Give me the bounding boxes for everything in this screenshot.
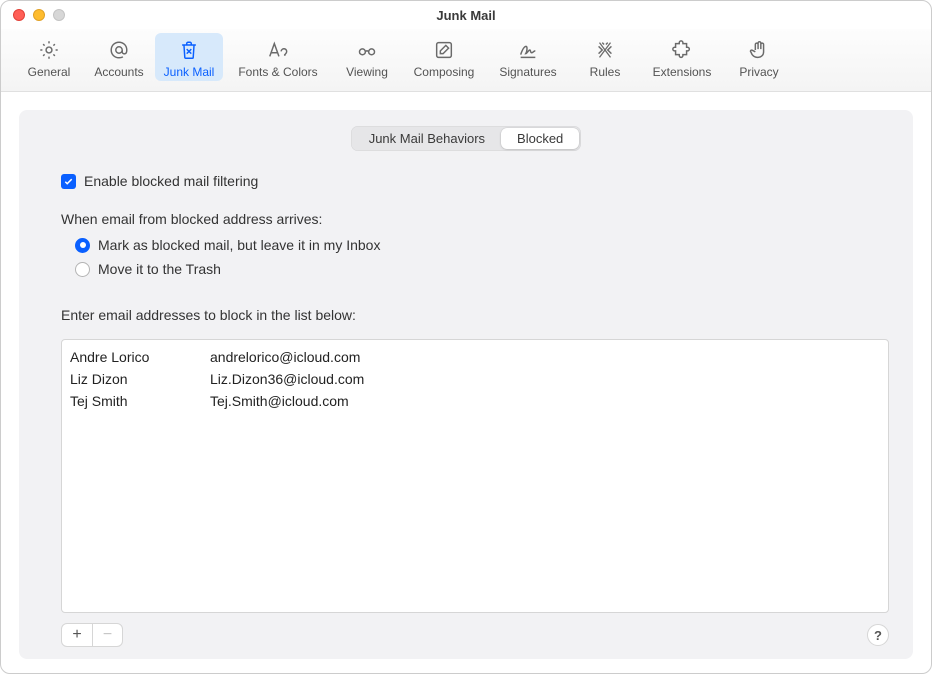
signature-icon [516,37,540,63]
segmented-control: Junk Mail Behaviors Blocked [351,126,582,151]
close-button[interactable] [13,9,25,21]
prefs-toolbar: General Accounts Junk Mail [1,29,931,92]
blocked-name: Andre Lorico [70,346,210,368]
radio-label: Move it to the Trash [98,261,221,277]
blocked-panel: Junk Mail Behaviors Blocked Enable block… [19,110,913,659]
gear-icon [38,37,60,63]
segmented-wrap: Junk Mail Behaviors Blocked [37,126,895,151]
arrives-radio-group: Mark as blocked mail, but leave it in my… [75,237,895,285]
tab-junk-behaviors[interactable]: Junk Mail Behaviors [353,128,501,149]
blocked-email: andrelorico@icloud.com [210,346,360,368]
titlebar: Junk Mail [1,1,931,29]
toolbar-label: Privacy [739,65,778,79]
content-area: Junk Mail Behaviors Blocked Enable block… [1,92,931,673]
puzzle-icon [671,37,693,63]
toolbar-tab-privacy[interactable]: Privacy [725,33,793,81]
toolbar-label: Viewing [346,65,388,79]
at-icon [108,37,130,63]
toolbar-label: Fonts & Colors [238,65,317,79]
rules-icon [594,37,616,63]
toolbar-tab-rules[interactable]: Rules [571,33,639,81]
junk-bin-icon [178,37,200,63]
checkbox-checked-icon [61,174,76,189]
compose-icon [433,37,455,63]
hand-icon [748,37,770,63]
panel-footer: + − ? [61,613,889,647]
add-button[interactable]: + [62,624,92,646]
toolbar-label: Signatures [499,65,556,79]
enable-filtering-label: Enable blocked mail filtering [84,173,258,189]
toolbar-tab-junk-mail[interactable]: Junk Mail [155,33,223,81]
blocked-email: Tej.Smith@icloud.com [210,390,349,412]
toolbar-tab-viewing[interactable]: Viewing [333,33,401,81]
zoom-button [53,9,65,21]
tab-blocked[interactable]: Blocked [501,128,579,149]
toolbar-label: General [28,65,71,79]
traffic-lights [13,9,65,21]
radio-mark-blocked[interactable]: Mark as blocked mail, but leave it in my… [75,237,895,253]
blocked-list-inner: Andre Lorico andrelorico@icloud.com Liz … [62,340,888,418]
glasses-icon [355,37,379,63]
minus-icon: − [103,626,112,644]
blocked-name: Liz Dizon [70,368,210,390]
toolbar-tab-accounts[interactable]: Accounts [85,33,153,81]
fonts-icon [266,37,290,63]
toolbar-label: Extensions [653,65,712,79]
window-title: Junk Mail [1,8,931,23]
preferences-window: Junk Mail General Accounts [0,0,932,674]
toolbar-label: Rules [590,65,621,79]
radio-unchecked-icon [75,262,90,277]
toolbar-tab-extensions[interactable]: Extensions [641,33,723,81]
radio-checked-icon [75,238,90,253]
plus-icon: + [72,626,81,644]
toolbar-label: Junk Mail [164,65,215,79]
blocklist-heading: Enter email addresses to block in the li… [61,307,895,323]
radio-label: Mark as blocked mail, but leave it in my… [98,237,380,253]
remove-button[interactable]: − [92,624,122,646]
blocked-email: Liz.Dizon36@icloud.com [210,368,364,390]
minimize-button[interactable] [33,9,45,21]
toolbar-tab-signatures[interactable]: Signatures [487,33,569,81]
add-remove-group: + − [61,623,123,647]
toolbar-label: Composing [414,65,475,79]
help-icon: ? [874,628,882,643]
blocked-row[interactable]: Tej Smith Tej.Smith@icloud.com [70,390,880,412]
blocked-list[interactable]: Andre Lorico andrelorico@icloud.com Liz … [61,339,889,613]
blocked-row[interactable]: Andre Lorico andrelorico@icloud.com [70,346,880,368]
radio-move-trash[interactable]: Move it to the Trash [75,261,895,277]
help-button[interactable]: ? [867,624,889,646]
toolbar-tab-fonts-colors[interactable]: Fonts & Colors [225,33,331,81]
blocked-name: Tej Smith [70,390,210,412]
blocked-row[interactable]: Liz Dizon Liz.Dizon36@icloud.com [70,368,880,390]
toolbar-tab-general[interactable]: General [15,33,83,81]
toolbar-label: Accounts [94,65,143,79]
arrives-heading: When email from blocked address arrives: [61,211,895,227]
toolbar-tab-composing[interactable]: Composing [403,33,485,81]
enable-filtering-row[interactable]: Enable blocked mail filtering [61,173,895,189]
